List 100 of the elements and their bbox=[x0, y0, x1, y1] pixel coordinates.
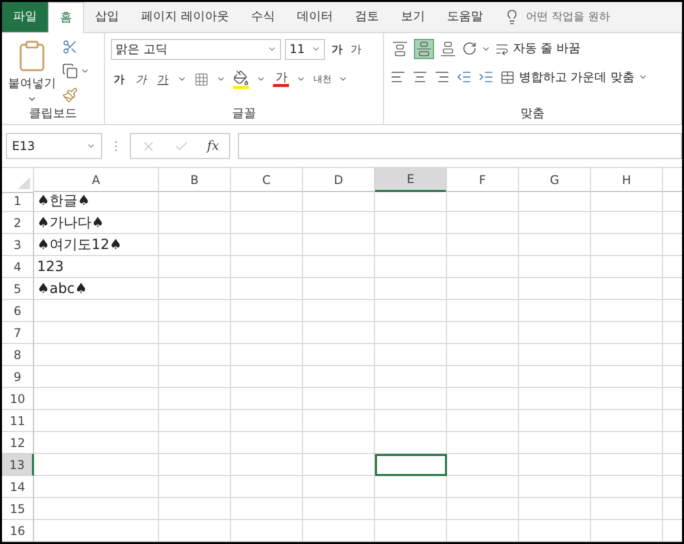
table-cell[interactable] bbox=[231, 190, 303, 212]
table-cell[interactable] bbox=[519, 322, 591, 344]
table-cell[interactable] bbox=[34, 520, 159, 542]
table-cell[interactable] bbox=[303, 432, 375, 454]
row-header[interactable]: 12 bbox=[2, 432, 34, 454]
table-cell[interactable] bbox=[231, 234, 303, 256]
row-header[interactable]: 8 bbox=[2, 344, 34, 366]
tell-me-field[interactable]: 어떤 작업을 원하 bbox=[526, 9, 610, 24]
table-cell[interactable] bbox=[375, 498, 447, 520]
bold-button[interactable]: 가 bbox=[111, 72, 126, 87]
table-cell[interactable] bbox=[34, 300, 159, 322]
table-cell[interactable] bbox=[159, 498, 231, 520]
table-cell[interactable] bbox=[519, 212, 591, 234]
table-cell[interactable] bbox=[519, 278, 591, 300]
table-cell[interactable] bbox=[519, 498, 591, 520]
table-cell[interactable] bbox=[447, 278, 519, 300]
table-cell[interactable] bbox=[519, 388, 591, 410]
scissors-icon[interactable] bbox=[62, 38, 78, 55]
table-cell[interactable] bbox=[231, 366, 303, 388]
table-cell[interactable] bbox=[375, 322, 447, 344]
row-header[interactable]: 11 bbox=[2, 410, 34, 432]
ribbon-tab[interactable]: 홈 bbox=[48, 2, 84, 33]
copy-icon[interactable] bbox=[62, 62, 78, 79]
table-cell[interactable] bbox=[303, 234, 375, 256]
table-cell[interactable] bbox=[519, 190, 591, 212]
table-cell[interactable] bbox=[375, 300, 447, 322]
row-header[interactable]: 10 bbox=[2, 388, 34, 410]
table-cell[interactable] bbox=[34, 410, 159, 432]
table-cell[interactable] bbox=[303, 212, 375, 234]
column-header[interactable]: D bbox=[303, 168, 375, 192]
table-cell[interactable] bbox=[159, 520, 231, 542]
table-cell[interactable]: ♠가나다♠ bbox=[34, 212, 159, 234]
row-header[interactable]: 13 bbox=[2, 454, 34, 476]
table-cell[interactable] bbox=[591, 344, 663, 366]
table-cell[interactable] bbox=[34, 322, 159, 344]
table-cell[interactable] bbox=[591, 498, 663, 520]
table-cell[interactable] bbox=[159, 366, 231, 388]
table-cell[interactable] bbox=[447, 212, 519, 234]
table-cell[interactable] bbox=[591, 520, 663, 542]
column-header[interactable]: E bbox=[375, 168, 447, 192]
ribbon-tab[interactable]: 검토 bbox=[344, 2, 390, 32]
bar-handle[interactable]: ⋮ bbox=[110, 139, 122, 154]
table-cell[interactable] bbox=[591, 432, 663, 454]
table-cell[interactable] bbox=[447, 322, 519, 344]
row-header[interactable]: 5 bbox=[2, 278, 34, 300]
table-cell[interactable] bbox=[34, 366, 159, 388]
table-cell[interactable] bbox=[447, 300, 519, 322]
table-cell[interactable] bbox=[591, 322, 663, 344]
table-cell[interactable] bbox=[591, 300, 663, 322]
table-cell[interactable] bbox=[591, 190, 663, 212]
row-header[interactable]: 7 bbox=[2, 322, 34, 344]
table-cell[interactable] bbox=[591, 256, 663, 278]
table-cell[interactable] bbox=[159, 454, 231, 476]
table-cell[interactable] bbox=[303, 278, 375, 300]
wrap-text-icon[interactable] bbox=[494, 42, 509, 56]
column-header[interactable]: H bbox=[591, 168, 663, 192]
table-cell[interactable] bbox=[447, 234, 519, 256]
row-header[interactable]: 9 bbox=[2, 366, 34, 388]
ribbon-tab[interactable]: 파일 bbox=[2, 2, 48, 32]
table-cell[interactable] bbox=[591, 234, 663, 256]
table-cell[interactable] bbox=[447, 476, 519, 498]
table-cell[interactable] bbox=[591, 388, 663, 410]
row-header[interactable]: 15 bbox=[2, 498, 34, 520]
table-cell[interactable]: 123 bbox=[34, 256, 159, 278]
table-cell[interactable] bbox=[591, 410, 663, 432]
table-cell[interactable] bbox=[231, 454, 303, 476]
paintbrush-icon[interactable] bbox=[62, 86, 78, 103]
table-cell[interactable] bbox=[159, 256, 231, 278]
table-cell[interactable] bbox=[231, 300, 303, 322]
table-cell[interactable] bbox=[519, 234, 591, 256]
table-cell[interactable] bbox=[303, 520, 375, 542]
table-cell[interactable] bbox=[447, 498, 519, 520]
table-cell[interactable] bbox=[519, 366, 591, 388]
border-grid-icon[interactable] bbox=[194, 72, 210, 87]
table-cell[interactable] bbox=[303, 476, 375, 498]
table-cell[interactable] bbox=[447, 388, 519, 410]
table-cell[interactable] bbox=[375, 212, 447, 234]
column-header[interactable]: B bbox=[159, 168, 231, 192]
table-cell[interactable] bbox=[375, 234, 447, 256]
table-cell[interactable] bbox=[447, 432, 519, 454]
table-cell[interactable] bbox=[375, 366, 447, 388]
row-header[interactable]: 3 bbox=[2, 234, 34, 256]
table-cell[interactable] bbox=[231, 520, 303, 542]
table-cell[interactable] bbox=[591, 278, 663, 300]
table-cell[interactable] bbox=[375, 278, 447, 300]
italic-button[interactable]: 가 bbox=[133, 72, 148, 87]
table-cell[interactable] bbox=[231, 322, 303, 344]
table-cell[interactable] bbox=[231, 410, 303, 432]
row-header[interactable]: 2 bbox=[2, 212, 34, 234]
table-cell[interactable] bbox=[591, 454, 663, 476]
table-cell[interactable] bbox=[519, 432, 591, 454]
shrink-font-button[interactable]: 가 bbox=[348, 42, 364, 57]
ribbon-tab[interactable]: 보기 bbox=[390, 2, 436, 32]
column-header[interactable]: C bbox=[231, 168, 303, 192]
table-cell[interactable] bbox=[159, 234, 231, 256]
row-header[interactable]: 16 bbox=[2, 520, 34, 542]
table-cell[interactable] bbox=[447, 520, 519, 542]
table-cell[interactable] bbox=[231, 432, 303, 454]
selected-cell[interactable] bbox=[375, 454, 447, 476]
ribbon-tab[interactable]: 페이지 레이아웃 bbox=[130, 2, 240, 32]
